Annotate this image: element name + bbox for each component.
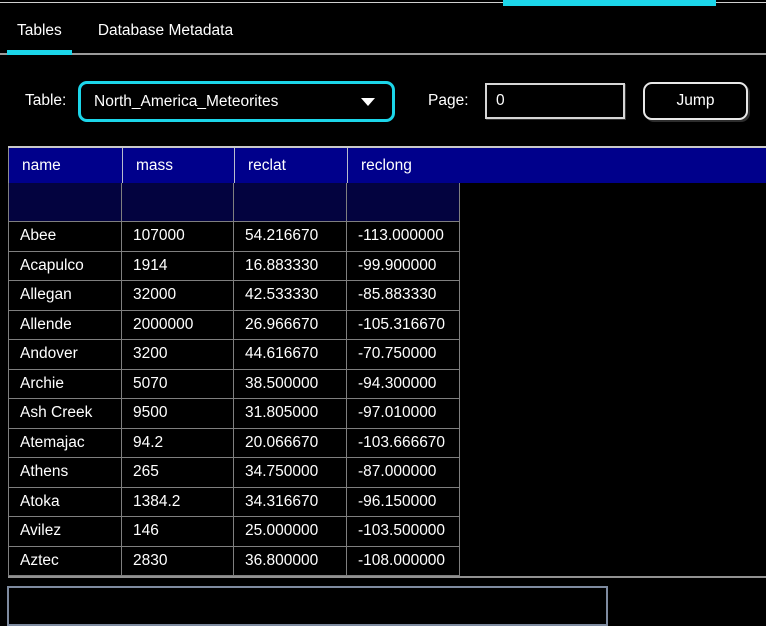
active-parent-tab-indicator bbox=[503, 0, 716, 6]
query-output-box[interactable] bbox=[7, 586, 608, 626]
cell-mass[interactable]: 146 bbox=[122, 517, 234, 546]
cell-name[interactable]: Abee bbox=[9, 222, 122, 251]
cell-reclat[interactable]: 54.216670 bbox=[234, 222, 347, 251]
column-header-filler bbox=[459, 148, 766, 183]
cell-name[interactable]: Andover bbox=[9, 340, 122, 369]
page-label: Page: bbox=[428, 92, 469, 109]
table-select-value: North_America_Meteorites bbox=[94, 92, 279, 110]
table-row[interactable]: Acapulco 1914 16.883330 -99.900000 bbox=[9, 251, 459, 281]
cell-mass[interactable]: 3200 bbox=[122, 340, 234, 369]
table-row[interactable]: Andover 3200 44.616670 -70.750000 bbox=[9, 340, 459, 370]
table-row[interactable]: Atoka 1384.2 34.316670 -96.150000 bbox=[9, 487, 459, 517]
grid-bottom-border bbox=[8, 576, 766, 578]
cell-name[interactable]: Acapulco bbox=[9, 251, 122, 280]
cell-mass[interactable]: 32000 bbox=[122, 281, 234, 310]
cell-reclong[interactable]: -96.150000 bbox=[347, 488, 459, 517]
cell-reclat[interactable]: 31.805000 bbox=[234, 399, 347, 428]
cell-mass[interactable]: 94.2 bbox=[122, 428, 234, 457]
cell-name[interactable]: Allende bbox=[9, 310, 122, 339]
grid-data-area: Abee 107000 54.216670 -113.000000 Acapulco 19… bbox=[8, 183, 460, 576]
table-row[interactable]: Avilez 146 25.000000 -103.500000 bbox=[9, 517, 459, 547]
table-row[interactable]: Aztec 2830 36.800000 -108.000000 bbox=[9, 546, 459, 576]
table-row[interactable]: Ash Creek 9500 31.805000 -97.010000 bbox=[9, 399, 459, 429]
filter-input-name[interactable] bbox=[9, 183, 122, 221]
cell-reclong[interactable]: -103.666670 bbox=[347, 429, 459, 458]
column-header-mass[interactable]: mass bbox=[122, 148, 234, 183]
cell-name[interactable]: Archie bbox=[9, 369, 122, 398]
cell-mass[interactable]: 1914 bbox=[122, 251, 234, 280]
tab-tables[interactable]: Tables bbox=[7, 8, 72, 55]
cell-mass[interactable]: 2000000 bbox=[122, 310, 234, 339]
cell-reclong[interactable]: -87.000000 bbox=[347, 458, 459, 487]
cell-reclat[interactable]: 20.066670 bbox=[234, 428, 347, 457]
table-label: Table: bbox=[25, 92, 67, 109]
cell-reclat[interactable]: 26.966670 bbox=[234, 310, 347, 339]
cell-reclong[interactable]: -70.750000 bbox=[347, 340, 459, 369]
cell-reclat[interactable]: 38.500000 bbox=[234, 369, 347, 398]
cell-name[interactable]: Atoka bbox=[9, 487, 122, 516]
chevron-down-icon bbox=[361, 98, 375, 106]
filter-input-reclat[interactable] bbox=[234, 183, 347, 221]
cell-mass[interactable]: 1384.2 bbox=[122, 487, 234, 516]
cell-reclat[interactable]: 34.316670 bbox=[234, 487, 347, 516]
table-row[interactable]: Abee 107000 54.216670 -113.000000 bbox=[9, 222, 459, 252]
cell-mass[interactable]: 265 bbox=[122, 458, 234, 487]
filter-input-reclong[interactable] bbox=[347, 183, 459, 221]
column-header-name[interactable]: name bbox=[9, 148, 122, 183]
cell-reclong[interactable]: -108.000000 bbox=[347, 547, 459, 576]
filter-input-mass[interactable] bbox=[122, 183, 234, 221]
cell-reclat[interactable]: 16.883330 bbox=[234, 251, 347, 280]
cell-reclong[interactable]: -85.883330 bbox=[347, 281, 459, 310]
cell-reclat[interactable]: 44.616670 bbox=[234, 340, 347, 369]
table-row[interactable]: Atemajac 94.2 20.066670 -103.666670 bbox=[9, 428, 459, 458]
cell-name[interactable]: Ash Creek bbox=[9, 399, 122, 428]
cell-mass[interactable]: 5070 bbox=[122, 369, 234, 398]
jump-button[interactable]: Jump bbox=[643, 82, 748, 120]
cell-mass[interactable]: 2830 bbox=[122, 546, 234, 575]
grid-body: Abee 107000 54.216670 -113.000000 Acapulco 19… bbox=[9, 222, 459, 576]
cell-name[interactable]: Aztec bbox=[9, 546, 122, 575]
tab-database-metadata[interactable]: Database Metadata bbox=[88, 8, 243, 53]
cell-reclong[interactable]: -105.316670 bbox=[347, 311, 459, 340]
cell-reclat[interactable]: 42.533330 bbox=[234, 281, 347, 310]
tab-strip: Tables Database Metadata bbox=[0, 8, 766, 55]
grid-filter-row bbox=[9, 183, 459, 222]
cell-reclat[interactable]: 34.750000 bbox=[234, 458, 347, 487]
column-header-reclong[interactable]: reclong bbox=[347, 148, 459, 183]
cell-mass[interactable]: 107000 bbox=[122, 222, 234, 251]
page-input[interactable] bbox=[485, 83, 625, 119]
data-grid: name mass reclat reclong Abee 107000 54.21667… bbox=[8, 146, 766, 578]
table-row[interactable]: Athens 265 34.750000 -87.000000 bbox=[9, 458, 459, 488]
table-row[interactable]: Allende 2000000 26.966670 -105.316670 bbox=[9, 310, 459, 340]
cell-reclat[interactable]: 25.000000 bbox=[234, 517, 347, 546]
table-select-dropdown[interactable]: North_America_Meteorites bbox=[78, 81, 395, 122]
cell-reclat[interactable]: 36.800000 bbox=[234, 546, 347, 575]
cell-reclong[interactable]: -94.300000 bbox=[347, 370, 459, 399]
cell-reclong[interactable]: -99.900000 bbox=[347, 252, 459, 281]
table-row[interactable]: Archie 5070 38.500000 -94.300000 bbox=[9, 369, 459, 399]
cell-reclong[interactable]: -97.010000 bbox=[347, 399, 459, 428]
table-row[interactable]: Allegan 32000 42.533330 -85.883330 bbox=[9, 281, 459, 311]
cell-name[interactable]: Atemajac bbox=[9, 428, 122, 457]
cell-reclong[interactable]: -103.500000 bbox=[347, 517, 459, 546]
column-header-reclat[interactable]: reclat bbox=[234, 148, 347, 183]
cell-reclong[interactable]: -113.000000 bbox=[347, 222, 459, 251]
cell-name[interactable]: Avilez bbox=[9, 517, 122, 546]
grid-header-row: name mass reclat reclong bbox=[8, 148, 766, 183]
cell-mass[interactable]: 9500 bbox=[122, 399, 234, 428]
cell-name[interactable]: Allegan bbox=[9, 281, 122, 310]
cell-name[interactable]: Athens bbox=[9, 458, 122, 487]
